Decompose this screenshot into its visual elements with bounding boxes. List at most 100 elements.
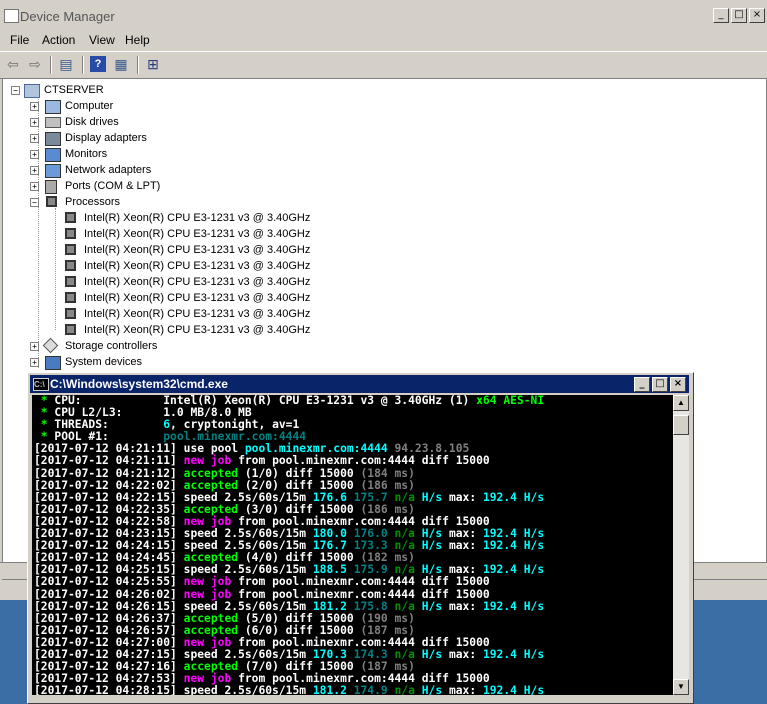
processor-item[interactable]: Intel(R) Xeon(R) CPU E3-1231 v3 @ 3.40GH…	[84, 274, 310, 290]
console-text: accepted	[183, 623, 245, 637]
console-text: diff 15000	[285, 478, 361, 492]
cmd-maximize-button[interactable]: □	[652, 377, 668, 392]
device-manager-icon	[4, 9, 19, 23]
tree-item-network-adapters[interactable]: Network adapters	[65, 162, 151, 178]
properties-icon[interactable]: ▤	[58, 56, 74, 72]
console-text: H/s	[421, 490, 449, 504]
console-output[interactable]: * CPU: Intel(R) Xeon(R) CPU E3-1231 v3 @…	[32, 395, 674, 695]
console-text: *	[34, 406, 55, 420]
expand-toggle[interactable]: +	[30, 166, 39, 175]
menu-view[interactable]: View	[89, 33, 115, 47]
cmd-close-button[interactable]: ×	[670, 377, 686, 392]
close-button[interactable]: ×	[749, 8, 765, 23]
device-manager-titlebar: Device Manager _ □ ×	[0, 6, 767, 26]
expand-toggle[interactable]: +	[30, 118, 39, 127]
console-text: new job	[183, 454, 239, 468]
expand-toggle[interactable]: +	[30, 134, 39, 143]
monitor-icon	[45, 148, 61, 162]
console-text: (186 ms)	[360, 502, 415, 516]
console-text: from pool.minexmr.com:4444 diff 15000	[238, 575, 490, 589]
console-text: 192.4 H/s	[482, 684, 545, 695]
tree-item-storage-controllers[interactable]: Storage controllers	[65, 338, 157, 354]
console-text: H/s	[421, 647, 449, 661]
console-text: new job	[183, 575, 239, 589]
tree-item-display-adapters[interactable]: Display adapters	[65, 130, 147, 146]
scroll-thumb[interactable]	[673, 415, 689, 435]
console-line: [2017-07-12 04:28:15] speed 2.5s/60s/15m…	[34, 685, 674, 695]
tree-item-system-devices[interactable]: System devices	[65, 354, 142, 370]
console-text: 181.2	[312, 684, 354, 695]
menu-action[interactable]: Action	[42, 33, 75, 47]
tree-item-ports[interactable]: Ports (COM & LPT)	[65, 178, 160, 194]
expand-toggle[interactable]: +	[30, 182, 39, 191]
expand-toggle[interactable]: +	[30, 358, 39, 367]
processor-item[interactable]: Intel(R) Xeon(R) CPU E3-1231 v3 @ 3.40GH…	[84, 210, 310, 226]
maximize-button[interactable]: □	[731, 8, 747, 23]
processor-icon	[65, 276, 76, 287]
help-icon[interactable]: ?	[90, 56, 106, 72]
console-text: [2017-07-12 04:26:37]	[34, 611, 184, 625]
network-icon	[45, 164, 61, 178]
back-icon[interactable]: ⇦	[5, 56, 21, 72]
console-text: H/s	[421, 684, 449, 695]
console-text: 176.6	[312, 490, 354, 504]
console-scrollbar[interactable]: ▲ ▼	[673, 395, 689, 695]
processor-item[interactable]: Intel(R) Xeon(R) CPU E3-1231 v3 @ 3.40GH…	[84, 258, 310, 274]
console-text: speed 2.5s/60s/15m	[183, 490, 313, 504]
processor-icon	[65, 292, 76, 303]
disk-icon	[45, 117, 61, 128]
processor-item[interactable]: Intel(R) Xeon(R) CPU E3-1231 v3 @ 3.40GH…	[84, 242, 310, 258]
processor-item[interactable]: Intel(R) Xeon(R) CPU E3-1231 v3 @ 3.40GH…	[84, 290, 310, 306]
console-text: n/a	[394, 527, 422, 541]
collapse-toggle[interactable]: −	[11, 86, 20, 95]
expand-toggle[interactable]: +	[30, 102, 39, 111]
console-text: 192.4 H/s	[482, 539, 545, 553]
console-text: from pool.minexmr.com:4444 diff 15000	[238, 587, 490, 601]
console-text: [2017-07-12 04:24:15]	[34, 539, 184, 553]
console-text: max:	[448, 599, 483, 613]
menu-help[interactable]: Help	[125, 33, 150, 47]
console-text: accepted	[183, 478, 245, 492]
tree-item-computer[interactable]: Computer	[65, 98, 113, 114]
console-text: [2017-07-12 04:27:00]	[34, 635, 184, 649]
processor-icon	[65, 260, 76, 271]
console-text: max:	[448, 490, 483, 504]
forward-icon[interactable]: ⇨	[27, 56, 43, 72]
scroll-up-icon[interactable]: ▲	[673, 395, 689, 411]
console-text: speed 2.5s/60s/15m	[183, 527, 313, 541]
tree-root[interactable]: CTSERVER	[44, 82, 104, 98]
view-icon[interactable]: ▦	[113, 56, 129, 72]
tree-item-monitors[interactable]: Monitors	[65, 146, 107, 162]
console-text: new job	[183, 587, 239, 601]
console-text: n/a	[394, 599, 422, 613]
console-text: (6/0)	[244, 623, 286, 637]
console-text: diff 15000	[285, 611, 361, 625]
collapse-toggle[interactable]: −	[30, 198, 39, 207]
console-text: (187 ms)	[360, 660, 415, 674]
cmd-minimize-button[interactable]: _	[634, 377, 650, 392]
menu-file[interactable]: File	[10, 33, 29, 47]
console-text: 176.7	[312, 539, 354, 553]
processor-item[interactable]: Intel(R) Xeon(R) CPU E3-1231 v3 @ 3.40GH…	[84, 306, 310, 322]
scan-hardware-icon[interactable]: ⊞	[145, 56, 161, 72]
tree-item-processors[interactable]: Processors	[65, 194, 120, 210]
minimize-button[interactable]: _	[713, 8, 729, 23]
expand-toggle[interactable]: +	[30, 150, 39, 159]
console-text: speed 2.5s/60s/15m	[183, 647, 313, 661]
console-text: n/a	[394, 563, 422, 577]
console-text: (7/0)	[244, 660, 286, 674]
processor-item[interactable]: Intel(R) Xeon(R) CPU E3-1231 v3 @ 3.40GH…	[84, 322, 310, 338]
port-icon	[45, 180, 57, 194]
expand-toggle[interactable]: +	[30, 342, 39, 351]
console-text: diff 15000	[285, 502, 361, 516]
window-title: Device Manager	[20, 9, 115, 24]
scroll-down-icon[interactable]: ▼	[673, 679, 689, 695]
console-text: [2017-07-12 04:21:11]	[34, 442, 184, 456]
console-text: [2017-07-12 04:28:15]	[34, 684, 184, 695]
processor-item[interactable]: Intel(R) Xeon(R) CPU E3-1231 v3 @ 3.40GH…	[84, 226, 310, 242]
toolbar-separator	[137, 56, 139, 74]
console-text: (3/0)	[244, 502, 286, 516]
console-text: (186 ms)	[360, 478, 415, 492]
console-text: THREADS:	[54, 418, 164, 432]
tree-item-disk-drives[interactable]: Disk drives	[65, 114, 119, 130]
